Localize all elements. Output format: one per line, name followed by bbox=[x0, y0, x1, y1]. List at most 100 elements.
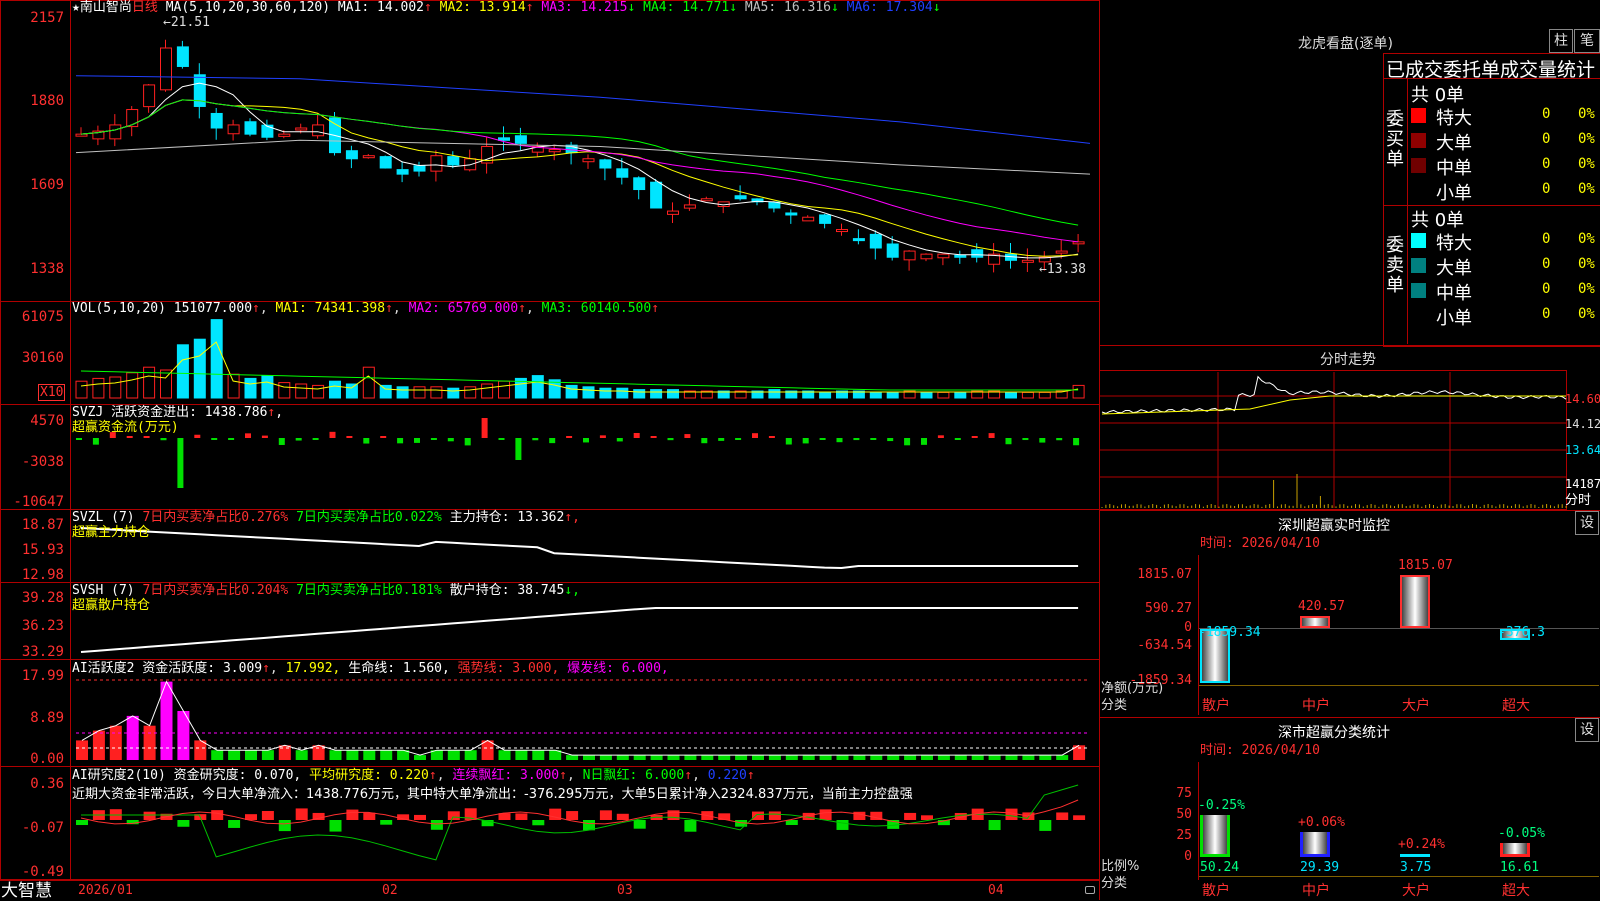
ai-research-bars[interactable] bbox=[76, 808, 1086, 832]
classify-bar-1[interactable] bbox=[1300, 832, 1330, 857]
monitor-left2: 分类 bbox=[1101, 698, 1128, 713]
volume-bar bbox=[937, 391, 950, 399]
ma-title: MA(5,10,20,30,60,120) bbox=[165, 0, 331, 15]
svzj-bar bbox=[937, 435, 944, 438]
svzj-bar bbox=[549, 438, 556, 444]
research-bar bbox=[768, 811, 781, 820]
candle-body bbox=[345, 150, 358, 160]
candle-body bbox=[1055, 250, 1068, 254]
activity-bar bbox=[667, 755, 680, 760]
volume-bar bbox=[244, 377, 257, 399]
classify-settings-button[interactable]: 设 bbox=[1575, 718, 1599, 742]
fenshi-chart[interactable] bbox=[1099, 370, 1567, 510]
tab-tick[interactable]: 笔 bbox=[1574, 29, 1600, 53]
ai1-tick-2: 8.89 bbox=[30, 710, 64, 726]
classify-bar-3[interactable] bbox=[1500, 843, 1530, 857]
volume-bar bbox=[379, 384, 392, 399]
svzj-bars[interactable] bbox=[76, 418, 1080, 488]
svzj-bar bbox=[261, 435, 268, 438]
vol-unit-badge: X10 bbox=[38, 384, 66, 401]
stock-name[interactable]: 南山智尚 bbox=[80, 0, 132, 15]
classify-value-0: 50.24 bbox=[1200, 860, 1240, 875]
ma5-label: MA5: 16.316 bbox=[744, 0, 831, 15]
fenshi-p2: 14.12 bbox=[1565, 417, 1600, 431]
svzj-bar bbox=[414, 438, 420, 443]
monitor-settings-button[interactable]: 设 bbox=[1575, 511, 1599, 535]
activity-bar bbox=[1022, 755, 1035, 760]
buy-row-1-name: 大单 bbox=[1436, 133, 1472, 154]
svzj-bar bbox=[481, 418, 488, 438]
svzj-tick-3: -10647 bbox=[13, 494, 64, 510]
monitor-tick-0: 1815.07 bbox=[1137, 567, 1192, 582]
sell-row-1-swatch bbox=[1411, 258, 1426, 273]
research-bar bbox=[1039, 820, 1052, 831]
svzj-arrow: ↑ bbox=[267, 405, 276, 420]
candle-body bbox=[700, 198, 713, 202]
x-label-mar: 03 bbox=[617, 883, 633, 898]
activity-bar bbox=[853, 755, 866, 760]
svsh-tick-3: 33.29 bbox=[21, 644, 64, 660]
classify-cat-1: 中户 bbox=[1302, 883, 1330, 899]
research-bar bbox=[498, 813, 511, 820]
vol-ma1: MA1: 74341.398 bbox=[275, 301, 386, 316]
candle-body bbox=[616, 168, 629, 178]
research-bar bbox=[278, 820, 291, 832]
research-bar bbox=[566, 811, 579, 820]
low-marker: ←13.38 bbox=[1039, 262, 1086, 277]
fenshi-p1: 14.60 bbox=[1565, 392, 1600, 406]
volume-bar bbox=[481, 383, 494, 399]
svzj-bar bbox=[464, 438, 471, 446]
classify-bar-2[interactable] bbox=[1400, 853, 1430, 857]
volume-bar bbox=[650, 389, 663, 399]
volume-bar bbox=[1038, 391, 1051, 399]
svsh-t1: 7日内买卖净占比0.204% bbox=[142, 583, 289, 598]
volume-bar bbox=[565, 384, 578, 399]
svzj-bar bbox=[1039, 438, 1046, 443]
svzj-bar bbox=[160, 438, 167, 441]
lock-icon[interactable] bbox=[1085, 886, 1095, 894]
monitor-bar-1[interactable] bbox=[1300, 615, 1330, 628]
volume-bars[interactable] bbox=[75, 319, 1085, 399]
vol-title: VOL(5,10,20) bbox=[72, 301, 166, 316]
monitor-bar-2[interactable] bbox=[1400, 575, 1430, 628]
activity-bar bbox=[836, 755, 849, 760]
volume-bar bbox=[667, 389, 679, 399]
classify-cat-2: 大户 bbox=[1402, 883, 1430, 899]
sell-row-3-pct: 0% bbox=[1578, 306, 1595, 322]
volume-bar bbox=[531, 375, 544, 399]
svzl-title: SVZL (7) bbox=[72, 510, 135, 525]
research-bar bbox=[616, 813, 629, 820]
svsh-title: SVSH (7) bbox=[72, 583, 135, 598]
classify-bar-0[interactable] bbox=[1200, 814, 1230, 857]
svzj-bar bbox=[684, 434, 691, 438]
volume-bar bbox=[210, 319, 223, 399]
period-label[interactable]: 日线 bbox=[132, 0, 158, 15]
price-tick-4: 1338 bbox=[30, 261, 64, 277]
monitor-cat-0: 散户 bbox=[1202, 698, 1230, 714]
volume-bar bbox=[126, 372, 139, 399]
tab-column[interactable]: 柱 bbox=[1549, 29, 1573, 53]
candle-body bbox=[954, 254, 967, 258]
svzj-bar bbox=[211, 438, 218, 440]
activity-bar bbox=[718, 755, 731, 760]
activity-bar bbox=[1039, 755, 1052, 760]
activity-bar bbox=[346, 750, 359, 760]
ma1-label: MA1: 14.002 bbox=[337, 0, 424, 15]
research-bar bbox=[532, 820, 545, 826]
svzj-bar bbox=[177, 438, 184, 488]
research-bar bbox=[1073, 815, 1086, 820]
classify-time: 时间: 2026/04/10 bbox=[1200, 743, 1320, 758]
research-bar bbox=[447, 811, 460, 820]
sell-row-3-swatch bbox=[1411, 308, 1426, 323]
volume-bar bbox=[1072, 384, 1085, 399]
chart-canvas[interactable] bbox=[0, 0, 1100, 900]
candles[interactable] bbox=[75, 39, 1085, 273]
svzj-bar bbox=[819, 438, 826, 440]
classify-value-3: 16.61 bbox=[1500, 860, 1540, 875]
activity-bar bbox=[921, 755, 933, 760]
x-label-jan: 2026/01 bbox=[78, 883, 133, 898]
svzj-bar bbox=[583, 438, 589, 443]
research-bar bbox=[414, 814, 426, 820]
vol-value: 151077.000 bbox=[173, 301, 253, 316]
svzl-arrow: ↑, bbox=[564, 510, 580, 525]
